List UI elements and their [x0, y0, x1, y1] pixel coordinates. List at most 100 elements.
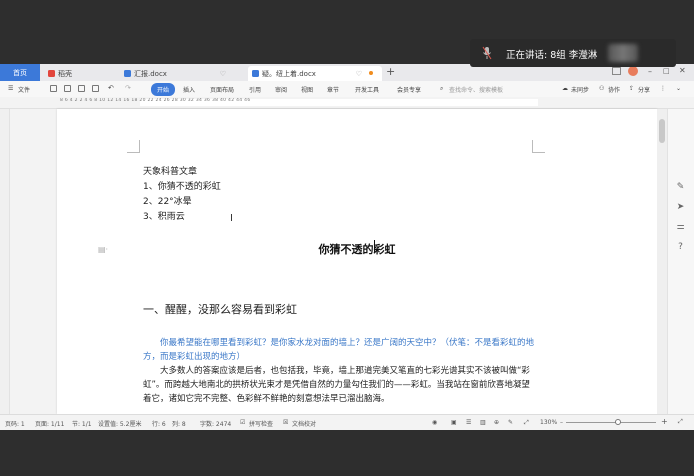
menu-home-tab[interactable]: 开始	[151, 83, 176, 96]
menu-member[interactable]: 会员专享	[397, 85, 421, 94]
undo-icon[interactable]: ↶	[108, 84, 114, 92]
web-view-icon[interactable]: ⊕	[494, 419, 499, 426]
doc-line-3: 2、22°冰晕	[143, 197, 192, 207]
status-bar: 页码: 1 页面: 1/11 节: 1/1 设置值: 5.2厘米 行: 6 列:…	[0, 414, 694, 430]
command-search-input[interactable]: 查找命令、搜索模板	[449, 85, 503, 94]
status-section: 节: 1/1	[72, 421, 92, 428]
ruler-numbers: 8 6 4 2 2 4 6 8 10 12 14 16 18 20 22 24 …	[60, 98, 251, 103]
vertical-ruler[interactable]	[0, 109, 10, 414]
menu-insert[interactable]: 插入	[183, 85, 195, 94]
status-col: 列: 8	[172, 421, 186, 428]
maximize-icon[interactable]: □	[663, 67, 670, 75]
word-doc-icon	[124, 70, 131, 77]
zoom-level[interactable]: 130%	[540, 419, 557, 426]
status-row: 行: 6	[152, 421, 166, 428]
window-layout-icon[interactable]	[612, 67, 621, 75]
zoom-slider[interactable]	[566, 422, 656, 423]
outline-view-icon[interactable]: ☰	[466, 419, 471, 426]
status-pages: 页面: 1/11	[35, 421, 65, 428]
text-caret	[374, 240, 375, 253]
menu-bar: ☰ 文件 ↶ ↷ 开始 插入 页面布局 引用 审阅 视图 章节 开发工具 会员专…	[0, 81, 694, 98]
tab-active-doc[interactable]: 疑。纽上着.docx ♡	[248, 66, 382, 81]
daoke-icon	[48, 70, 55, 77]
close-window-icon[interactable]: ✕	[679, 66, 686, 75]
menu-dev-tools[interactable]: 开发工具	[355, 85, 379, 94]
status-words: 字数: 2474	[200, 421, 232, 428]
bottom-black-margin	[0, 430, 694, 476]
cloud-sync-icon: ☁	[562, 85, 568, 92]
paragraph-body: 大多数人的答案应该是后者，也包括我，毕竟，墙上那道完美又笔直的七彩光谱其实不该被…	[143, 366, 530, 404]
spellcheck-icon: ☑	[240, 419, 246, 426]
doc-title: 你猜不透的彩虹	[318, 243, 396, 256]
share-button[interactable]: 分享	[638, 85, 650, 94]
unsynced-button[interactable]: 未同步	[571, 85, 589, 94]
menu-review[interactable]: 审阅	[275, 85, 287, 94]
fit-page-icon[interactable]: ⤢	[524, 419, 529, 427]
style-brush-icon[interactable]: ✎	[676, 183, 685, 192]
print-icon[interactable]	[78, 85, 85, 92]
export-pdf-icon[interactable]	[92, 85, 99, 92]
zoom-out-icon[interactable]: –	[560, 419, 563, 426]
wps-writer-window: 首页 稻壳 汇报.docx ♡ 疑。纽上着.docx ♡ + – □ ✕ ☰ 文…	[0, 64, 694, 430]
pin-icon[interactable]: ♡	[356, 70, 362, 78]
menu-file[interactable]: 文件	[18, 85, 30, 94]
pin-icon[interactable]: ♡	[220, 70, 226, 78]
doc-line-1: 天象科普文章	[143, 167, 198, 177]
scrollbar-thumb[interactable]	[659, 119, 665, 143]
right-sidebar: ✎ ➤ ⚌ ?	[667, 109, 694, 414]
collapse-ribbon-icon[interactable]: ⌄	[676, 85, 681, 92]
word-doc-icon	[252, 70, 259, 77]
eye-protect-icon[interactable]: ◉	[432, 419, 437, 426]
status-page: 页码: 1	[5, 421, 25, 428]
text-cursor-icon: I	[230, 213, 233, 224]
doc-line-4: 3、积雨云	[143, 212, 185, 222]
unsaved-dot-icon	[369, 71, 373, 75]
fullscreen-icon[interactable]: ⤢	[678, 418, 683, 426]
tab-home-label: 首页	[13, 68, 27, 77]
redo-icon[interactable]: ↷	[125, 84, 131, 92]
status-setting: 设置值: 5.2厘米	[98, 421, 142, 428]
menu-chapter[interactable]: 章节	[327, 85, 339, 94]
vertical-scrollbar[interactable]	[657, 109, 667, 414]
page-view-icon[interactable]: ▣	[451, 419, 457, 426]
document-page[interactable]: 天象科普文章 1、你猜不透的彩虹 2、22°冰晕 3、积雨云 I ▤· 你猜不透…	[57, 109, 657, 414]
tab-report-label: 汇报.docx	[134, 69, 167, 78]
tab-active-label: 疑。纽上着.docx	[262, 69, 316, 78]
minimize-icon[interactable]: –	[648, 67, 652, 76]
zoom-slider-knob[interactable]	[615, 419, 622, 425]
margin-marker-left	[127, 140, 140, 153]
doc-line-2: 1、你猜不透的彩虹	[143, 182, 221, 192]
new-tab-button[interactable]: +	[386, 65, 395, 78]
adjust-icon[interactable]: ⚌	[676, 223, 685, 232]
select-pointer-icon[interactable]: ➤	[676, 203, 685, 212]
print-preview-icon[interactable]	[64, 85, 71, 92]
horizontal-ruler[interactable]: 8 6 4 2 2 4 6 8 10 12 14 16 18 20 22 24 …	[0, 97, 694, 109]
edit-view-icon[interactable]: ✎	[508, 419, 513, 426]
help-icon[interactable]: ?	[676, 243, 685, 252]
microphone-icon	[482, 46, 492, 60]
spellcheck-button[interactable]: 拼写检查	[249, 419, 273, 428]
margin-marker-right	[532, 140, 545, 153]
blurred-name-region	[608, 44, 638, 62]
search-icon: ⌕	[440, 85, 444, 92]
zoom-in-icon[interactable]: +	[661, 417, 668, 426]
tab-report-doc[interactable]: 汇报.docx ♡	[120, 66, 240, 81]
menu-view[interactable]: 视图	[301, 85, 313, 94]
proofread-icon: ☒	[283, 419, 289, 426]
more-icon[interactable]: ⋮	[660, 85, 666, 92]
share-icon: ⇪	[629, 85, 635, 92]
tab-daoke[interactable]: 稻壳	[44, 66, 116, 81]
tab-home[interactable]: 首页	[0, 64, 40, 81]
section-heading: 一、醒醒，没那么容易看到彩虹	[143, 303, 297, 316]
speaking-indicator: 正在讲话: 8组 李瀅淋	[470, 39, 676, 67]
save-icon[interactable]	[50, 85, 57, 92]
reading-view-icon[interactable]: ▥	[480, 419, 486, 426]
menu-page-layout[interactable]: 页面布局	[210, 85, 234, 94]
paragraph-blue: 你最希望能在哪里看到彩虹？是你家水龙对面的墙上？还是广阔的天空中？（伏笔：不是看…	[143, 338, 535, 362]
menu-references[interactable]: 引用	[249, 85, 261, 94]
hamburger-icon[interactable]: ☰	[8, 85, 13, 92]
avatar[interactable]	[628, 66, 638, 76]
collab-button[interactable]: 协作	[608, 85, 620, 94]
proofread-button[interactable]: 文档校对	[292, 419, 316, 428]
speaking-label: 正在讲话: 8组 李瀅淋	[506, 50, 598, 61]
